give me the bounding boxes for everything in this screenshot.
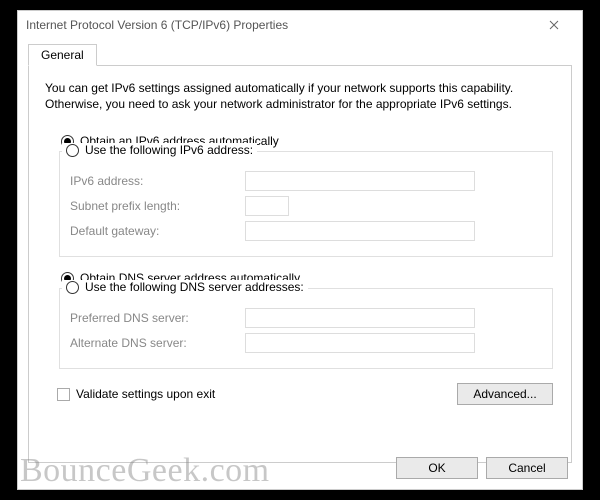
dialog-title: Internet Protocol Version 6 (TCP/IPv6) P… <box>26 18 288 32</box>
alternate-dns-input[interactable] <box>245 333 475 353</box>
ipv6-address-label: IPv6 address: <box>70 174 245 188</box>
bottom-row: Validate settings upon exit Advanced... <box>57 383 553 405</box>
tab-strip: General <box>28 43 572 66</box>
validate-checkbox[interactable] <box>57 388 70 401</box>
default-gateway-input[interactable] <box>245 221 475 241</box>
tab-panel-general: You can get IPv6 settings assigned autom… <box>28 65 572 463</box>
preferred-dns-label: Preferred DNS server: <box>70 311 245 325</box>
dns-manual-label: Use the following DNS server addresses: <box>85 280 304 294</box>
dns-manual-group: Use the following DNS server addresses: … <box>59 288 553 369</box>
ip-manual-label: Use the following IPv6 address: <box>85 143 253 157</box>
description-text: You can get IPv6 settings assigned autom… <box>45 80 555 112</box>
titlebar: Internet Protocol Version 6 (TCP/IPv6) P… <box>18 11 582 39</box>
properties-dialog: Internet Protocol Version 6 (TCP/IPv6) P… <box>17 10 583 490</box>
close-icon <box>549 20 559 30</box>
default-gateway-label: Default gateway: <box>70 224 245 238</box>
close-button[interactable] <box>534 11 574 39</box>
ok-button[interactable]: OK <box>396 457 478 479</box>
radio-icon[interactable] <box>66 144 79 157</box>
advanced-button[interactable]: Advanced... <box>457 383 553 405</box>
ipv6-address-input[interactable] <box>245 171 475 191</box>
validate-label: Validate settings upon exit <box>76 387 215 401</box>
subnet-prefix-input[interactable] <box>245 196 289 216</box>
dialog-buttons: OK Cancel <box>396 457 568 479</box>
tab-general[interactable]: General <box>28 44 97 66</box>
preferred-dns-input[interactable] <box>245 308 475 328</box>
subnet-prefix-label: Subnet prefix length: <box>70 199 245 213</box>
alternate-dns-label: Alternate DNS server: <box>70 336 245 350</box>
radio-icon[interactable] <box>66 281 79 294</box>
ip-manual-group: Use the following IPv6 address: IPv6 add… <box>59 151 553 257</box>
cancel-button[interactable]: Cancel <box>486 457 568 479</box>
